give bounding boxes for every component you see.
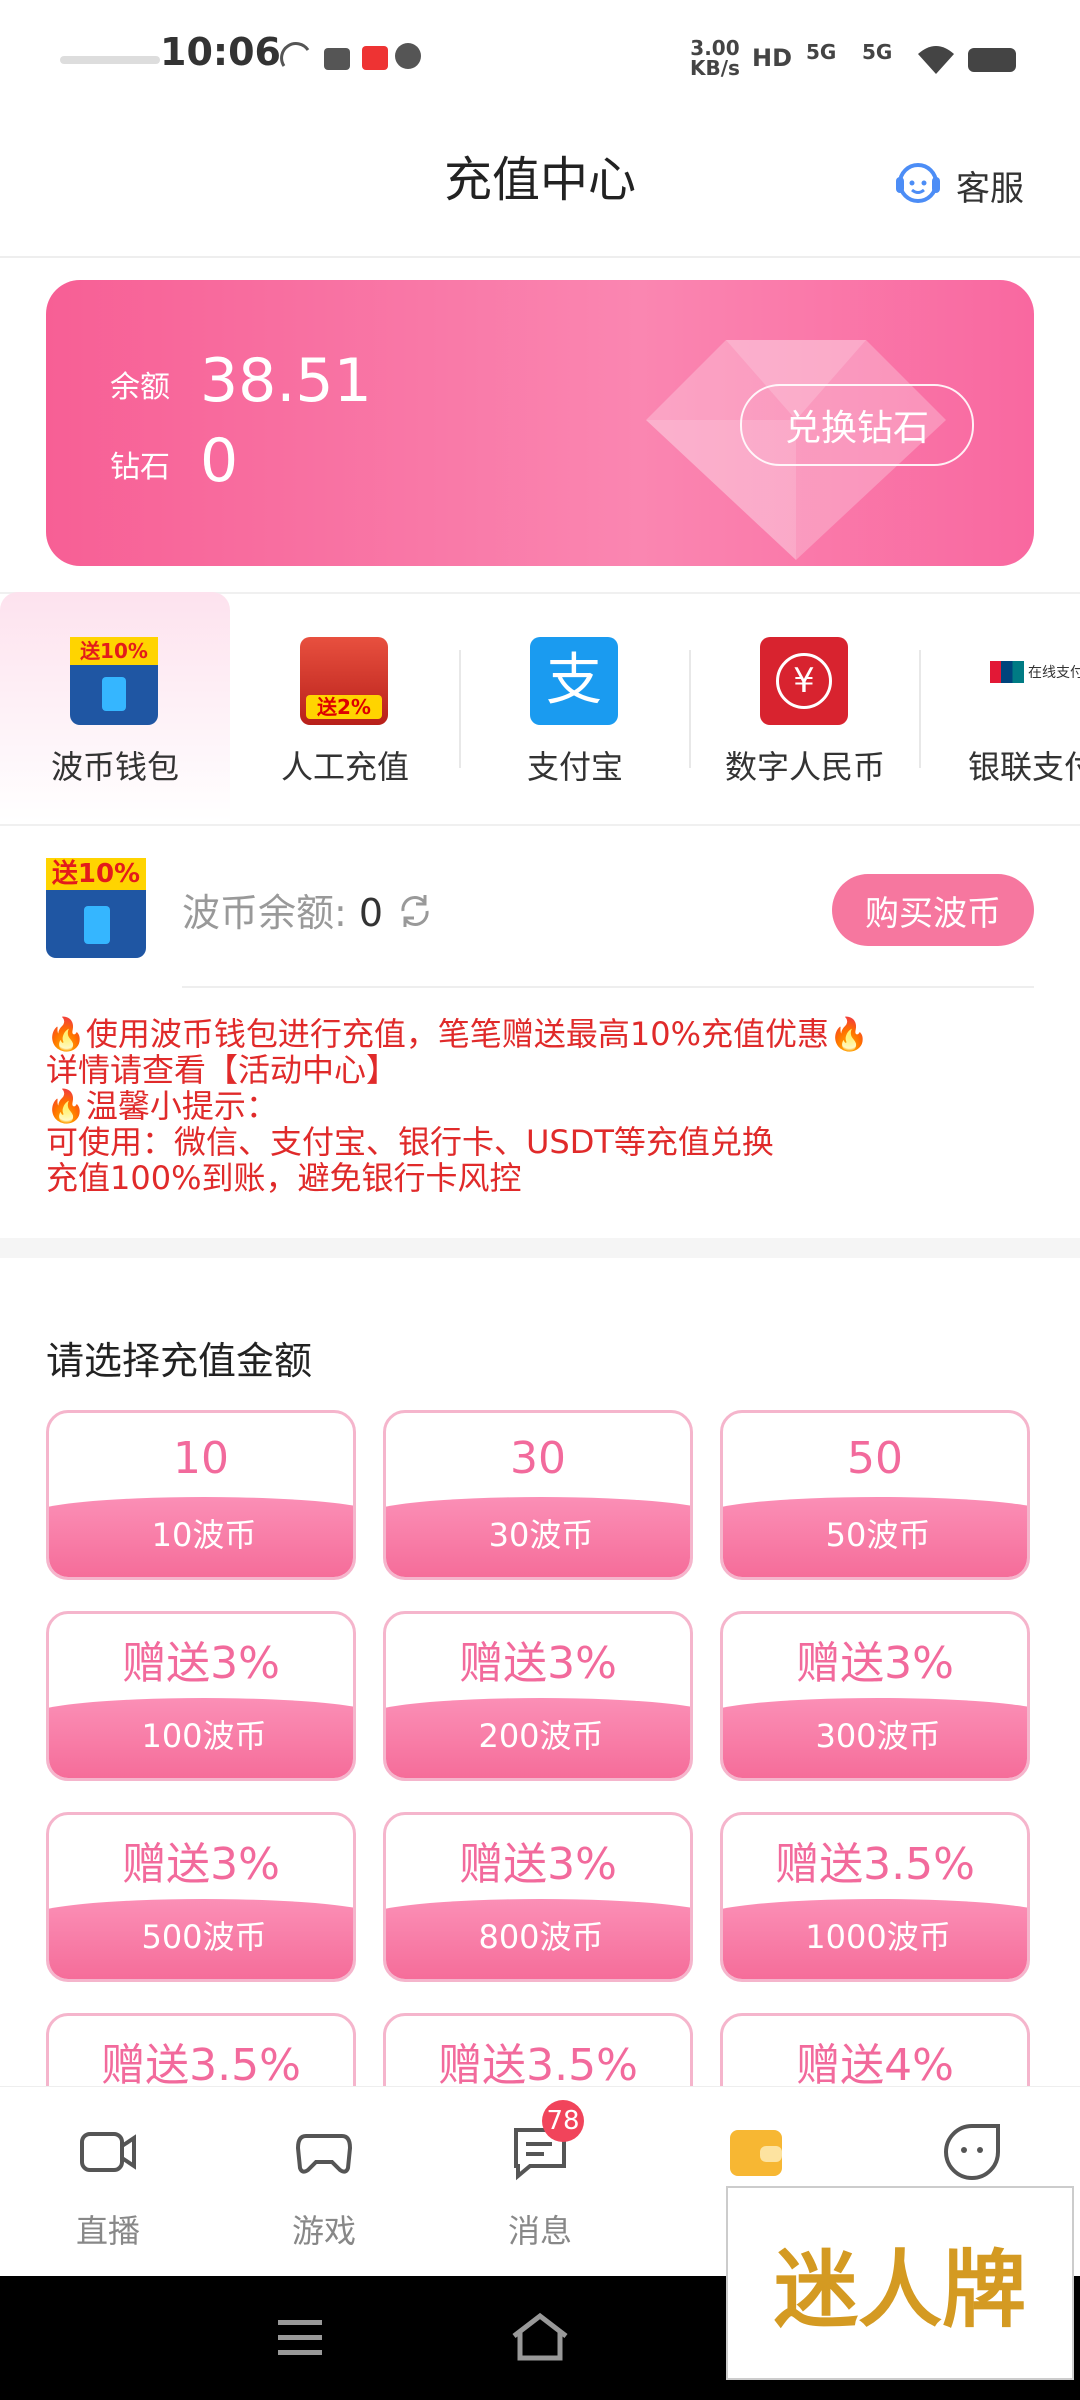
balance-label: 余额 <box>110 370 170 405</box>
service-label: 客服 <box>956 168 1024 209</box>
diamond-value: 0 <box>200 426 239 496</box>
amount-option-top: 赠送3% <box>122 1638 280 1689</box>
payment-method-label: 银联支付 <box>968 748 1080 786</box>
battery-icon <box>968 48 1016 72</box>
customer-service-button[interactable]: 客服 <box>890 155 1024 215</box>
amount-option[interactable]: 赠送3% 800波币 <box>383 1812 693 1982</box>
net-5g-b: 5G <box>862 40 893 64</box>
status-pill <box>60 56 160 64</box>
payment-method-unionpay[interactable]: 在线支付 银联支付 <box>920 592 1080 822</box>
wallet-balance: 波币余额: 0 <box>182 882 435 940</box>
amount-option-bottom: 500波币 <box>49 1899 353 1979</box>
amount-option[interactable]: 赠送3% 200波币 <box>383 1611 693 1781</box>
amount-option-bottom: 200波币 <box>386 1698 690 1778</box>
amount-option-top: 10 <box>173 1432 229 1484</box>
amount-option[interactable]: 赠送3% 500波币 <box>46 1812 356 1982</box>
amount-option-top: 赠送3% <box>459 1839 617 1890</box>
wallet-icon <box>730 2130 782 2176</box>
watermark-logo: 迷人牌 <box>726 2186 1074 2380</box>
wallet-balance-value: 0 <box>358 891 384 935</box>
status-time: 10:06 <box>160 30 281 74</box>
payment-method-label: 波币钱包 <box>50 748 179 786</box>
notice-text: 🔥使用波币钱包进行充值，笔笔赠送最高10%充值优惠🔥 详情请查看【活动中心】 🔥… <box>46 1015 869 1197</box>
amount-option-bottom: 100波币 <box>49 1698 353 1778</box>
payment-method-label: 人工充值 <box>280 748 409 786</box>
amount-option-bottom: 50波币 <box>723 1497 1027 1577</box>
message-count-badge: 78 <box>542 2100 584 2142</box>
payment-method-label: 支付宝 <box>526 748 623 786</box>
amount-option[interactable]: 赠送3% 300波币 <box>720 1611 1030 1781</box>
headset-icon <box>890 153 946 218</box>
payment-method-label: 数字人民币 <box>724 748 885 786</box>
signal-icon <box>280 38 430 72</box>
amount-option-top: 赠送3.5% <box>775 1839 975 1890</box>
amount-option[interactable]: 50 50波币 <box>720 1410 1030 1580</box>
profile-face-icon <box>944 2124 1000 2180</box>
unionpay-icon: 在线支付 <box>990 652 1080 692</box>
amount-option[interactable]: 10 10波币 <box>46 1410 356 1580</box>
section-gap <box>0 1238 1080 1258</box>
wifi-icon <box>916 44 956 78</box>
payment-method-wallet[interactable]: 送10% 波币钱包 <box>0 592 230 822</box>
amount-option-bottom: 300波币 <box>723 1698 1027 1778</box>
nav-game[interactable]: 游戏 <box>216 2110 432 2270</box>
payment-method-manual[interactable]: 送2% 人工充值 <box>230 592 460 822</box>
amount-option-top: 50 <box>847 1432 903 1484</box>
home-icon[interactable] <box>510 2312 570 2362</box>
alipay-icon: 支 <box>530 637 618 725</box>
payment-method-alipay[interactable]: 支 支付宝 <box>460 592 690 822</box>
menu-icon[interactable] <box>276 2316 324 2360</box>
refresh-icon[interactable] <box>395 891 435 940</box>
digital-rmb-icon: ¥ <box>760 637 848 725</box>
amount-option-top: 赠送3% <box>796 1638 954 1689</box>
manual-recharge-icon: 送2% <box>300 637 388 725</box>
amount-option-bottom: 1000波币 <box>723 1899 1027 1979</box>
nav-message[interactable]: 消息 <box>432 2110 648 2270</box>
amount-section-title: 请选择充值金额 <box>46 1339 313 1383</box>
amount-option-bottom: 800波币 <box>386 1899 690 1979</box>
header-divider <box>0 256 1080 258</box>
hd-indicator: HD <box>752 44 793 72</box>
exchange-diamond-button[interactable]: 兑换钻石 <box>740 384 974 466</box>
amount-option[interactable]: 30 30波币 <box>383 1410 693 1580</box>
amount-option-top: 30 <box>510 1432 566 1484</box>
balance-card: 余额 38.51 钻石 0 兑换钻石 <box>46 280 1034 566</box>
balance-value: 38.51 <box>200 346 372 416</box>
amount-option-bottom: 30波币 <box>386 1497 690 1577</box>
buy-coin-button[interactable]: 购买波币 <box>832 874 1034 946</box>
payment-method-digital-rmb[interactable]: ¥ 数字人民币 <box>690 592 920 822</box>
amount-option-top: 赠送3% <box>459 1638 617 1689</box>
amount-option[interactable]: 赠送3.5% 1000波币 <box>720 1812 1030 1982</box>
diamond-label: 钻石 <box>110 450 170 485</box>
wallet-app-icon: 送10% <box>70 637 158 725</box>
wallet-brand-icon: 送10% <box>46 858 146 958</box>
amount-option[interactable]: 赠送3% 100波币 <box>46 1611 356 1781</box>
amount-option-bottom: 10波币 <box>49 1497 353 1577</box>
gamepad-icon <box>295 2134 353 2174</box>
divider <box>182 986 1034 988</box>
amount-option-top: 赠送3% <box>122 1839 280 1890</box>
net-speed: 3.00 KB/s <box>690 36 740 80</box>
nav-live[interactable]: 直播 <box>0 2110 216 2270</box>
net-5g-a: 5G <box>806 40 837 64</box>
live-camera-icon <box>80 2132 136 2172</box>
